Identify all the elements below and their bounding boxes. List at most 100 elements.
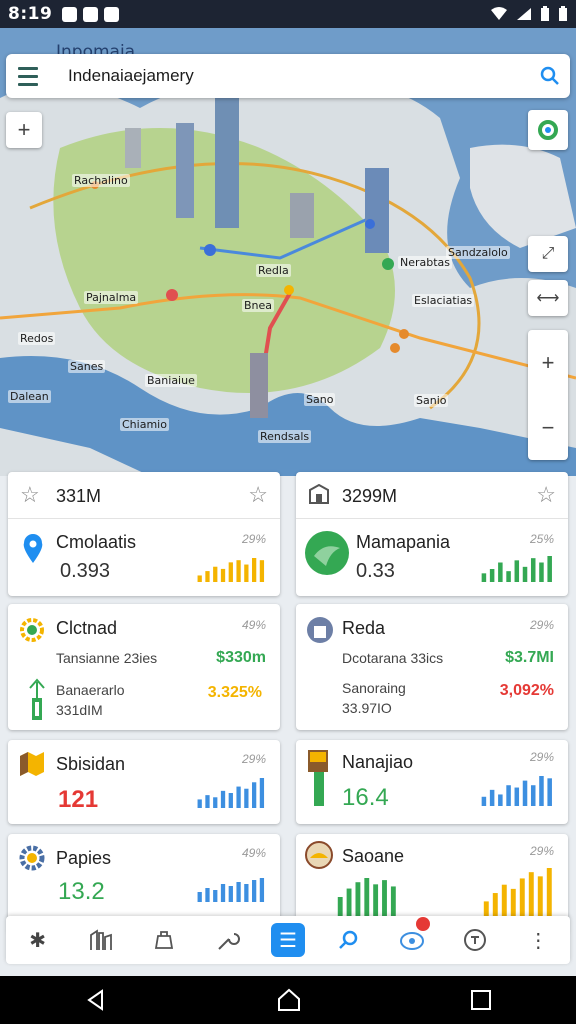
gift-icon (399, 932, 424, 950)
mini-bar (244, 788, 249, 808)
map-label[interactable]: Baniaiue (145, 374, 197, 387)
metric-card-left[interactable]: Clctnad 49% Tansianne 23ies $330m Banaer… (8, 604, 280, 730)
clock-time: 8:19 (8, 4, 53, 24)
home-button[interactable] (276, 988, 302, 1012)
mini-bar (483, 901, 489, 916)
map-label[interactable]: Rachalino (72, 174, 130, 187)
mini-bar (539, 776, 544, 806)
notification-icon (62, 6, 78, 22)
card-value: 0.393 (60, 560, 111, 582)
compass-button[interactable]: ⤢ (528, 236, 568, 272)
mini-bar (205, 571, 210, 582)
mini-bar (498, 562, 503, 582)
recents-button[interactable] (470, 989, 492, 1011)
mini-bar (220, 884, 226, 902)
zoom-in-icon[interactable]: + (542, 350, 555, 376)
mini-bar (546, 868, 552, 916)
mini-bar (259, 778, 265, 808)
mini-bar (236, 882, 241, 902)
metric-card-right[interactable]: Reda 29% Dcotarana 33ics $3.7MI Sanorain… (296, 604, 568, 730)
mini-bar (382, 880, 387, 916)
search-bar[interactable] (6, 54, 570, 98)
metric-card-left[interactable]: ☆ 331M ☆ Cmolaatis 29% 0.393 (8, 472, 280, 596)
card-delta: $330m (216, 649, 266, 666)
map-label[interactable]: Redla (256, 264, 291, 277)
mini-bar (481, 796, 487, 806)
menu-button[interactable] (8, 56, 48, 96)
mini-bar (373, 884, 379, 916)
map-label[interactable]: Sanes (68, 360, 106, 373)
mini-bar (228, 886, 233, 902)
map-label[interactable]: Sandzalolo (446, 246, 510, 259)
map-label[interactable]: Pajnalma (84, 291, 139, 304)
dish-icon (305, 841, 333, 869)
card-percent: 29% (529, 750, 554, 764)
building-icon (309, 484, 329, 504)
nav-list[interactable]: ☰ (270, 923, 305, 957)
card-subtitle: 331dIM (56, 702, 103, 718)
zoom-in-button[interactable]: + (6, 112, 42, 148)
search-input[interactable] (48, 56, 530, 96)
nav-buildings[interactable] (81, 920, 121, 960)
mini-bar (213, 797, 218, 808)
notification-icons (62, 6, 120, 22)
search-icon (339, 930, 358, 949)
search-button[interactable] (530, 56, 570, 96)
star-icon[interactable]: ☆ (20, 482, 40, 508)
nav-search[interactable] (328, 920, 368, 960)
menu-icon (18, 66, 38, 70)
card-percent: 29% (241, 532, 266, 546)
plus-icon: + (17, 117, 31, 142)
metric-card-right[interactable]: Nanajiao 29% 16.4 (296, 740, 568, 824)
mini-bar (530, 558, 536, 582)
nav-wind[interactable]: ✱ (18, 920, 58, 960)
map-label[interactable]: Redos (18, 332, 56, 345)
map-label[interactable]: Nerabtas (398, 256, 453, 269)
favorite-icon[interactable]: ☆ (248, 482, 268, 508)
map-label[interactable]: Rendsals (258, 430, 312, 443)
plug-icon (29, 678, 45, 720)
card-subtitle: Tansianne 23ies (56, 650, 158, 666)
list-icon: ☰ (279, 929, 297, 952)
back-button[interactable] (84, 988, 108, 1012)
menu-icon (18, 82, 38, 86)
card-title: Nanajiao (342, 752, 414, 772)
nav-shopping[interactable] (144, 920, 184, 960)
favorite-icon[interactable]: ☆ (536, 482, 556, 508)
map-label[interactable]: Dalean (8, 390, 51, 403)
nav-tools[interactable] (208, 920, 248, 960)
zoom-out-icon[interactable]: − (542, 415, 555, 441)
map-label[interactable]: Sanio (414, 394, 449, 407)
nav-history[interactable] (455, 920, 495, 960)
map-label[interactable]: Chiamio (120, 418, 169, 431)
mini-bar (220, 568, 226, 582)
map-label[interactable]: Bnea (242, 299, 275, 312)
building-icon (90, 929, 112, 950)
card-delta: $3.7MI (505, 649, 554, 666)
mini-bar (252, 880, 257, 902)
mini-bar (197, 799, 202, 808)
zoom-control[interactable]: + − (528, 330, 568, 460)
card-value: 0.33 (356, 560, 395, 582)
card-percent: 29% (529, 844, 554, 858)
battery-icon (559, 6, 567, 21)
mini-bar (506, 571, 511, 582)
map-label[interactable]: Sano (304, 393, 336, 406)
nav-gifts[interactable] (392, 917, 432, 960)
metric-card-right[interactable]: 3299M ☆ Mamapania 25% 0.33 (296, 472, 568, 596)
mini-bar (197, 575, 202, 582)
nav-more[interactable]: ⋮ (518, 920, 558, 960)
wrench-icon (217, 933, 240, 950)
card-title: Mamapania (356, 532, 451, 552)
card-subtitle: 33.97IO (342, 700, 392, 716)
mini-bar (213, 890, 218, 902)
map-label[interactable]: Eslaciatias (412, 294, 475, 307)
map-fold-icon (20, 752, 44, 776)
metric-card-left[interactable]: Sbisidan 29% 121 (8, 740, 280, 824)
layers-button[interactable] (528, 110, 568, 150)
settings-icon (19, 845, 45, 871)
location-pin-icon (23, 534, 43, 563)
mini-bar (205, 795, 210, 808)
measure-button[interactable]: ⟷ (528, 280, 568, 316)
mini-bar (537, 876, 543, 916)
